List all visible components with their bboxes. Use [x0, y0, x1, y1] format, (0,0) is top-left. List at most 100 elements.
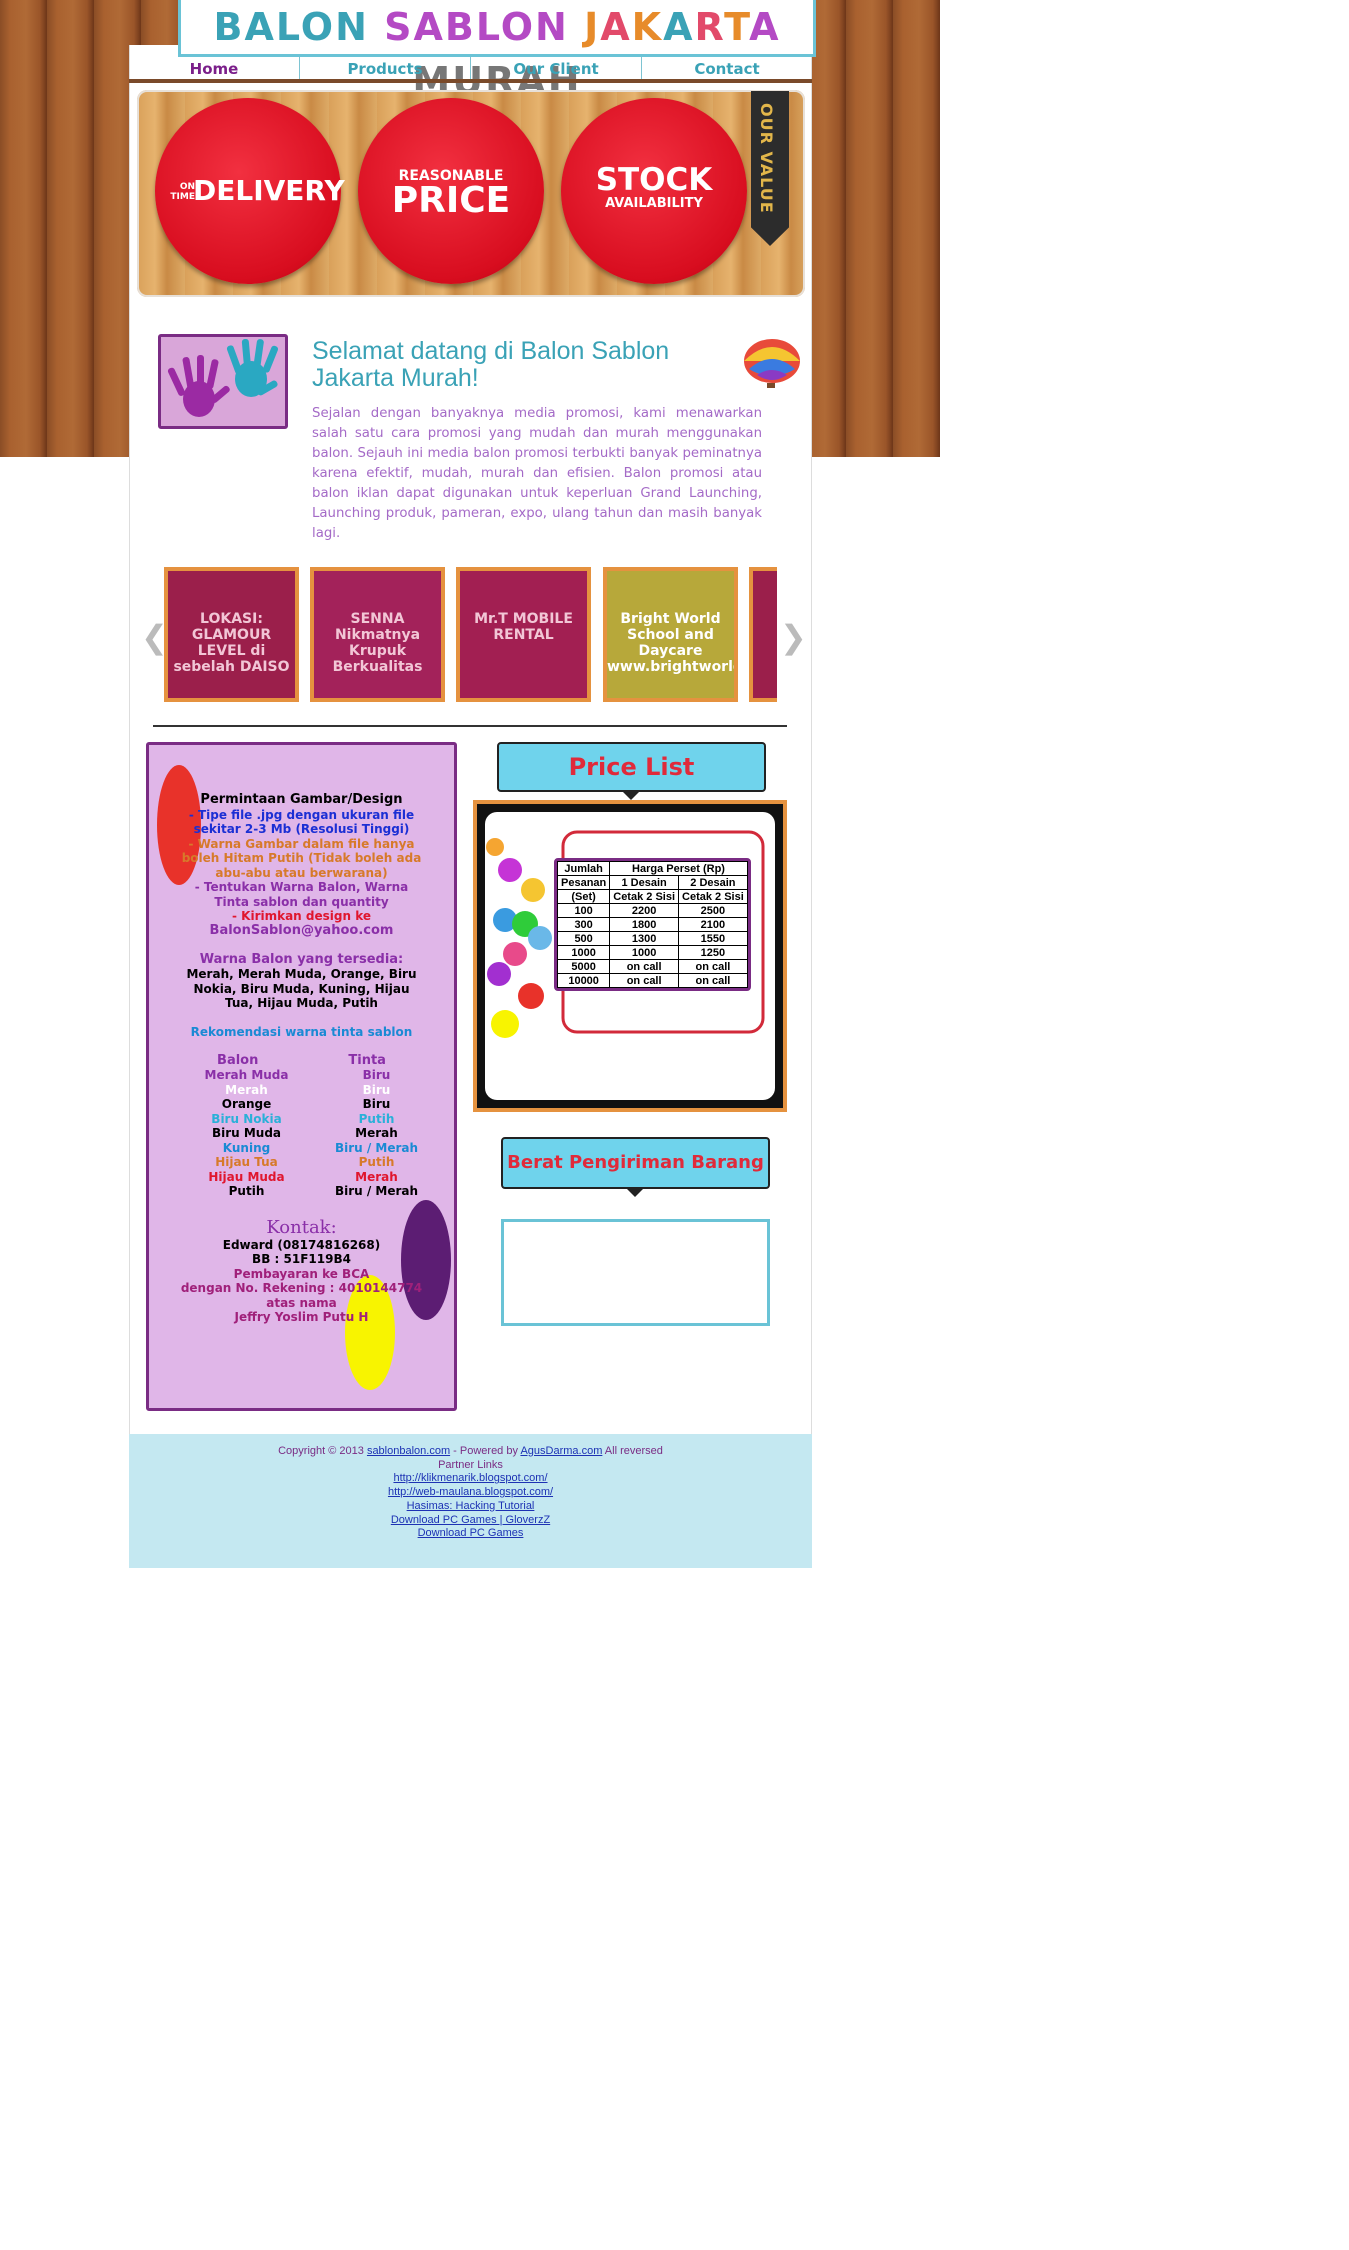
kontak-line: Edward (08174816268)	[222, 1237, 381, 1252]
th-2-desain: 2 Desain	[678, 875, 748, 890]
tinta-color: Merah	[355, 1126, 398, 1140]
ink-table-head: Balon Tinta	[149, 1053, 454, 1069]
price-cell: 1550	[678, 931, 748, 946]
shipping-weight-box	[501, 1219, 770, 1326]
title-letter: J	[584, 5, 601, 49]
kontak-details: Edward (08174816268) BB : 51F119B4 Pembaya…	[149, 1238, 454, 1325]
balon-color: Biru Muda	[211, 1126, 282, 1140]
balon-color: Kuning	[222, 1140, 271, 1155]
balon-color: Biru Nokia	[211, 1111, 282, 1126]
price-text: PRICE	[391, 180, 511, 221]
partner-link[interactable]: http://web-maulana.blogspot.com/	[388, 1486, 553, 1498]
nav-our-client[interactable]: Our Client	[471, 57, 642, 79]
stock-availability-badge: STOCK AVAILABILITY	[561, 98, 747, 284]
title-letter: L	[275, 5, 301, 49]
tinta-color: Biru	[362, 1097, 391, 1111]
badge-pointer	[627, 1189, 643, 1197]
partner-link[interactable]: Download PC Games | GloverzZ	[391, 1514, 550, 1526]
berat-pengiriman-label: Berat Pengiriman Barang	[507, 1152, 764, 1173]
poster-line: - Kirimkan design ke	[232, 909, 371, 923]
th-cetak-2: Cetak 2 Sisi	[678, 889, 748, 904]
title-letter: B	[444, 5, 476, 49]
poster-line: Tinta sablon dan quantity	[214, 894, 389, 909]
tinta-color: Putih	[358, 1155, 395, 1169]
copyright-text: Copyright © 2013	[278, 1445, 367, 1457]
gallery-item-caption: LOKASI: GLAMOUR LEVEL di sebelah DAISO	[173, 611, 290, 675]
ink-table-row: Merah Biru	[149, 1083, 454, 1098]
th-cetak-1: Cetak 2 Sisi	[609, 889, 680, 904]
ink-table-row: Biru Muda Merah	[149, 1126, 454, 1141]
poster-line: Rekomendasi warna tinta sablon	[190, 1025, 413, 1039]
th-pesanan: Pesanan	[556, 875, 611, 890]
price-cell: 300	[556, 917, 611, 932]
gallery-item[interactable]: Bright World School and Daycare www.brig…	[603, 567, 738, 702]
tinta-color: Biru	[362, 1068, 391, 1082]
powered-text: - Powered by	[450, 1445, 521, 1457]
price-cell: 2100	[678, 917, 748, 932]
th-1-desain: 1 Desain	[609, 875, 680, 890]
price-cell: 1300	[609, 931, 680, 946]
ontime-small-top: ON	[179, 182, 195, 192]
site-title-box: BALON SABLON JAKARTA MURAH	[178, 0, 816, 103]
copyright-line: Copyright © 2013 sablonbalon.com - Power…	[129, 1445, 812, 1459]
main-nav: Home Products Our Client Contact	[129, 57, 812, 83]
gallery-item-partial[interactable]	[749, 567, 777, 702]
poster-line: boleh Hitam Putih (Tidak boleh ada	[181, 851, 422, 865]
poster-line: Nokia, Biru Muda, Kuning, Hijau	[193, 981, 410, 996]
price-cell: on call	[609, 959, 680, 974]
poster-line	[149, 1011, 454, 1026]
balon-color: Merah	[225, 1082, 268, 1097]
title-letter	[569, 5, 584, 49]
poster-line: Warna Balon yang tersedia:	[199, 951, 404, 967]
title-letter: S	[384, 5, 414, 49]
price-cell: 500	[556, 931, 611, 946]
agusdarma-link[interactable]: AgusDarma.com	[520, 1445, 602, 1457]
nav-home[interactable]: Home	[129, 57, 300, 79]
sablonbalon-link[interactable]: sablonbalon.com	[367, 1445, 450, 1457]
gallery-item-caption: Mr.T MOBILE RENTAL	[474, 611, 573, 643]
price-row: 500 1300 1550	[556, 931, 748, 946]
price-row: 10000 on call on call	[556, 973, 748, 988]
our-value-ribbon: OUR VALUE	[751, 91, 789, 246]
tinta-color: Biru / Merah	[334, 1184, 419, 1198]
handprints-image	[158, 334, 288, 429]
title-letter: A	[413, 5, 445, 49]
poster-line: - Tipe file .jpg dengan ukuran file	[188, 807, 415, 822]
kontak-line: atas nama	[266, 1295, 337, 1310]
poster-line	[149, 938, 454, 953]
gallery-item[interactable]: SENNA Nikmatnya Krupuk Berkualitas	[310, 567, 445, 702]
gallery-item-caption: SENNA Nikmatnya Krupuk Berkualitas	[332, 611, 423, 675]
partner-link[interactable]: Hasimas: Hacking Tutorial	[407, 1500, 535, 1512]
nav-products[interactable]: Products	[300, 57, 471, 79]
reserved-text: All reversed	[602, 1445, 663, 1457]
poster-instructions: Permintaan Gambar/Design - Tipe file .jpg…	[149, 745, 454, 1040]
balon-color: Hijau Muda	[208, 1169, 285, 1184]
gallery-item[interactable]: LOKASI: GLAMOUR LEVEL di sebelah DAISO	[164, 567, 299, 702]
title-letter: O	[500, 5, 536, 49]
partner-links-title: Partner Links	[438, 1458, 503, 1471]
welcome-title: Selamat datang di Balon Sablon Jakarta M…	[312, 337, 670, 392]
title-letter: R	[694, 5, 725, 49]
title-letter: O	[300, 5, 336, 49]
price-cell: 10000	[556, 973, 611, 988]
ink-table-row: Merah Muda Biru	[149, 1068, 454, 1083]
gallery-item[interactable]: Mr.T MOBILE RENTAL	[456, 567, 591, 702]
price-row: 5000 on call on call	[556, 959, 748, 974]
order-info-poster: Permintaan Gambar/Design - Tipe file .jpg…	[146, 742, 457, 1411]
nav-contact[interactable]: Contact	[642, 57, 812, 79]
poster-line: Merah, Merah Muda, Orange, Biru	[186, 967, 417, 981]
ink-table-row: Putih Biru / Merah	[149, 1184, 454, 1199]
title-letter: L	[475, 5, 501, 49]
th-jumlah: Jumlah	[556, 861, 611, 876]
delivery-text: DELIVERY	[193, 174, 345, 207]
partner-link[interactable]: http://klikmenarik.blogspot.com/	[393, 1472, 547, 1484]
footer: Copyright © 2013 sablonbalon.com - Power…	[129, 1434, 812, 1568]
hot-air-balloon-icon	[737, 339, 801, 389]
price-row: 300 1800 2100	[556, 917, 748, 932]
title-letter: A	[244, 5, 276, 49]
tinta-color: Biru / Merah	[334, 1140, 419, 1155]
tinta-color: Biru	[362, 1082, 391, 1097]
partner-link[interactable]: Download PC Games	[418, 1527, 524, 1539]
chevron-right-icon[interactable]: ❯	[780, 618, 807, 656]
gallery-item-caption: Bright World School and Daycare www.brig…	[607, 611, 734, 675]
